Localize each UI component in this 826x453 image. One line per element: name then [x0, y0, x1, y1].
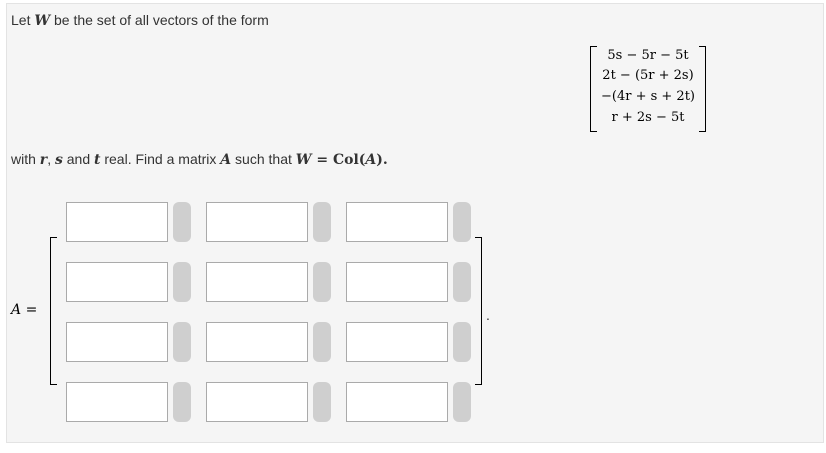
- vector-entry-4: r + 2s − 5t: [611, 110, 685, 125]
- var-a: A: [220, 152, 232, 168]
- matrix-right-bracket: [475, 237, 482, 385]
- vector-entry-2: 2t − (5r + 2s): [602, 68, 694, 83]
- vector-entry-3: −(4r + s + 2t): [600, 89, 695, 104]
- cell-status-indicator: [453, 382, 471, 422]
- var-a: A: [365, 152, 377, 168]
- matrix-cell-r3-c2[interactable]: [206, 322, 308, 362]
- matrix-equals: =: [21, 302, 38, 318]
- cond-part: ,: [47, 151, 55, 167]
- cell-status-indicator: [313, 202, 331, 242]
- intro-suffix: be the set of all vectors of the form: [50, 12, 269, 28]
- cell-status-indicator: [313, 382, 331, 422]
- matrix-cell-r2-c3[interactable]: [346, 262, 448, 302]
- matrix-var-a: A: [11, 302, 22, 318]
- matrix-cell-r1-c3[interactable]: [346, 202, 448, 242]
- cond-part: such that: [231, 151, 296, 167]
- cell-status-indicator: [173, 322, 191, 362]
- matrix-cell-r1-c2[interactable]: [206, 202, 308, 242]
- matrix-left-bracket: [50, 237, 57, 385]
- matrix-cell-r2-c2[interactable]: [206, 262, 308, 302]
- vector-form: 5s − 5r − 5t 2t − (5r + 2s) −(4r + s + 2…: [590, 46, 706, 132]
- var-w: W: [295, 152, 312, 168]
- cell-status-indicator: [313, 262, 331, 302]
- cell-status-indicator: [173, 382, 191, 422]
- cond-part: with: [11, 151, 40, 167]
- matrix-cell-r3-c3[interactable]: [346, 322, 448, 362]
- col-text: = Col(: [311, 152, 366, 168]
- cell-status-indicator: [453, 322, 471, 362]
- vector-entry-1: 5s − 5r − 5t: [607, 48, 689, 63]
- cell-status-indicator: [313, 322, 331, 362]
- matrix-cell-r2-c1[interactable]: [66, 262, 168, 302]
- matrix-cell-r4-c1[interactable]: [66, 382, 168, 422]
- intro-prefix: Let: [11, 12, 35, 28]
- cell-status-indicator: [453, 262, 471, 302]
- cell-status-indicator: [173, 262, 191, 302]
- matrix-trailing-period: .: [486, 307, 490, 323]
- vector-right-bracket: [699, 46, 706, 132]
- matrix-label: A =: [11, 302, 37, 318]
- var-w: W: [34, 13, 51, 29]
- intro-text: Let W be the set of all vectors of the f…: [11, 11, 269, 30]
- var-s: s: [54, 152, 63, 168]
- cond-part: and: [62, 151, 94, 167]
- cond-part: real. Find a matrix: [100, 151, 221, 167]
- cond-close: ).: [376, 152, 388, 168]
- cell-status-indicator: [173, 202, 191, 242]
- matrix-cell-r1-c1[interactable]: [66, 202, 168, 242]
- matrix-cell-r3-c1[interactable]: [66, 322, 168, 362]
- cell-status-indicator: [453, 202, 471, 242]
- matrix-cell-r4-c2[interactable]: [206, 382, 308, 422]
- matrix-cell-r4-c3[interactable]: [346, 382, 448, 422]
- condition-text: with r, s and t real. Find a matrix A su…: [11, 150, 388, 169]
